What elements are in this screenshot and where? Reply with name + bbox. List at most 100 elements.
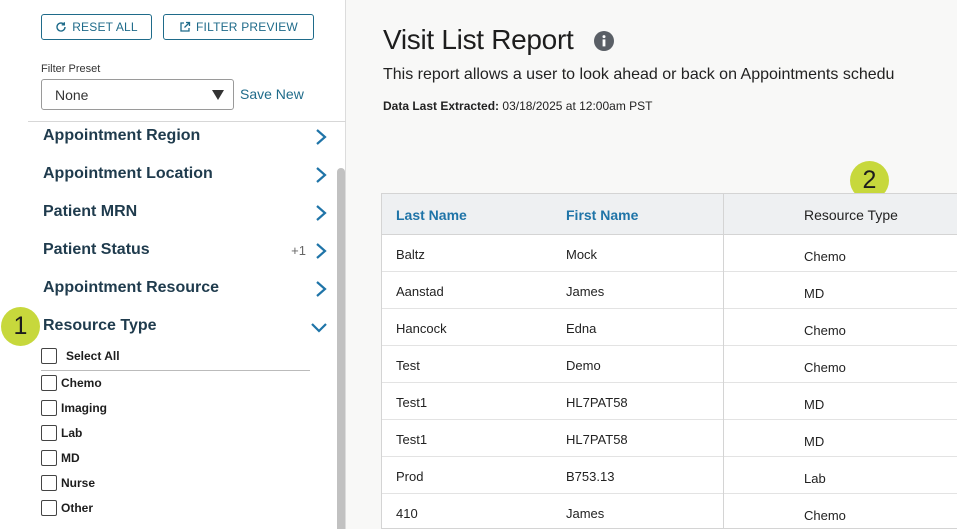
checkbox-box[interactable] — [41, 375, 57, 391]
cell-resource-type: MD — [804, 434, 825, 449]
cell-resource-type: Chemo — [804, 323, 846, 338]
sidebar-scrollbar[interactable] — [337, 168, 345, 529]
sidebar-divider — [28, 121, 346, 122]
cell-first-name: James — [566, 506, 605, 521]
checkbox-chemo[interactable]: Chemo — [41, 374, 102, 392]
filter-preset-label: Filter Preset — [41, 63, 101, 75]
checkbox-label: MD — [61, 451, 80, 465]
cell-last-name: Test — [396, 358, 420, 373]
cell-resource-type: Chemo — [804, 508, 846, 523]
filter-count-badge: +1 — [291, 243, 306, 258]
table-row[interactable]: Prod B753.13 Lab — [382, 457, 957, 494]
table-row[interactable]: Test1 HL7PAT58 MD — [382, 383, 957, 420]
checkbox-box[interactable] — [41, 450, 57, 466]
cell-last-name: Test1 — [396, 432, 428, 447]
cell-resource-type: MD — [804, 397, 825, 412]
visit-list-table: Last Name First Name Resource Type Baltz… — [381, 193, 957, 529]
filter-preview-button[interactable]: FILTER PREVIEW — [163, 14, 314, 40]
filter-preview-label: FILTER PREVIEW — [196, 20, 298, 34]
cell-first-name: HL7PAT58 — [566, 432, 628, 447]
filter-preset-value: None — [55, 86, 89, 103]
select-all-checkbox[interactable]: Select All — [41, 347, 120, 365]
chevron-down-icon — [311, 323, 327, 333]
header-last-name[interactable]: Last Name — [396, 207, 467, 223]
cell-last-name: Aanstad — [396, 284, 444, 299]
checkbox-imaging[interactable]: Imaging — [41, 399, 107, 417]
checkbox-box[interactable] — [41, 400, 57, 416]
checkbox-label: Other — [61, 501, 94, 515]
filter-appointment-location[interactable]: Appointment Location — [43, 163, 328, 187]
table-row[interactable]: 410 James Chemo — [382, 494, 957, 528]
filter-patient-mrn[interactable]: Patient MRN — [43, 201, 328, 225]
filter-resource-type[interactable]: Resource Type — [43, 315, 328, 339]
checkbox-label: Chemo — [61, 376, 102, 390]
filter-patient-status[interactable]: Patient Status +1 — [43, 239, 328, 263]
checkbox-box[interactable] — [41, 348, 57, 364]
cell-last-name: Test1 — [396, 395, 428, 410]
filter-label: Appointment Region — [43, 127, 201, 144]
cell-resource-type: Chemo — [804, 360, 846, 375]
checkbox-other[interactable]: Other — [41, 499, 93, 517]
cell-first-name: B753.13 — [566, 469, 615, 484]
filter-label: Patient Status — [43, 241, 150, 258]
page-description: This report allows a user to look ahead … — [383, 66, 895, 83]
checkbox-md[interactable]: MD — [41, 449, 80, 467]
cell-last-name: Prod — [396, 469, 424, 484]
filter-appointment-resource[interactable]: Appointment Resource — [43, 277, 328, 301]
callout-badge-1: 1 — [1, 307, 40, 346]
filter-label: Appointment Location — [43, 165, 213, 182]
save-new-link[interactable]: Save New — [240, 86, 304, 102]
cell-first-name: Edna — [566, 321, 597, 336]
chevron-right-icon — [316, 243, 327, 259]
table-header: Last Name First Name Resource Type — [382, 194, 957, 235]
caret-down-icon — [212, 90, 224, 100]
table-row[interactable]: Aanstad James MD — [382, 272, 957, 309]
cell-last-name: 410 — [396, 506, 418, 521]
cell-resource-type: Chemo — [804, 249, 846, 264]
checkbox-box[interactable] — [41, 500, 57, 516]
refresh-icon — [56, 22, 66, 32]
cell-first-name: Mock — [566, 247, 598, 262]
checkbox-box[interactable] — [41, 475, 57, 491]
cell-last-name: Hancock — [396, 321, 447, 336]
cell-resource-type: MD — [804, 286, 825, 301]
cell-last-name: Baltz — [396, 247, 425, 262]
filter-label: Appointment Resource — [43, 279, 220, 296]
table-row[interactable]: Test1 HL7PAT58 MD — [382, 420, 957, 457]
info-icon[interactable] — [594, 31, 614, 51]
filter-label: Resource Type — [43, 317, 157, 334]
chevron-right-icon — [316, 167, 327, 183]
cell-first-name: Demo — [566, 358, 601, 373]
column-divider — [723, 194, 724, 528]
chevron-right-icon — [316, 205, 327, 221]
checkbox-nurse[interactable]: Nurse — [41, 474, 95, 492]
chevron-right-icon — [316, 281, 327, 297]
filter-appointment-region[interactable]: Appointment Region — [43, 125, 328, 149]
cell-first-name: HL7PAT58 — [566, 395, 628, 410]
extracted-label: Data Last Extracted: — [383, 99, 500, 113]
filter-label: Patient MRN — [43, 203, 138, 220]
cell-first-name: James — [566, 284, 605, 299]
filter-sidebar: RESET ALL FILTER PREVIEW Filter Preset N… — [0, 0, 346, 529]
checkbox-box[interactable] — [41, 425, 57, 441]
checkbox-label: Lab — [61, 426, 83, 440]
reset-all-label: RESET ALL — [72, 20, 138, 34]
checkbox-label: Select All — [66, 349, 120, 363]
filter-preset-select[interactable]: None — [41, 79, 234, 110]
cell-resource-type: Lab — [804, 471, 826, 486]
chevron-right-icon — [316, 129, 327, 145]
table-row[interactable]: Baltz Mock Chemo — [382, 235, 957, 272]
data-extracted-line: Data Last Extracted: 03/18/2025 at 12:00… — [383, 99, 653, 113]
header-first-name[interactable]: First Name — [566, 207, 638, 223]
page-title: Visit List Report — [383, 24, 574, 55]
select-all-divider — [41, 370, 310, 371]
checkbox-label: Nurse — [61, 476, 96, 490]
reset-all-button[interactable]: RESET ALL — [41, 14, 152, 40]
checkbox-label: Imaging — [61, 401, 108, 415]
header-resource-type[interactable]: Resource Type — [804, 207, 898, 223]
table-row[interactable]: Test Demo Chemo — [382, 346, 957, 383]
table-row[interactable]: Hancock Edna Chemo — [382, 309, 957, 346]
checkbox-lab[interactable]: Lab — [41, 424, 82, 442]
external-link-icon — [180, 21, 191, 32]
extracted-value: 03/18/2025 at 12:00am PST — [502, 99, 653, 113]
